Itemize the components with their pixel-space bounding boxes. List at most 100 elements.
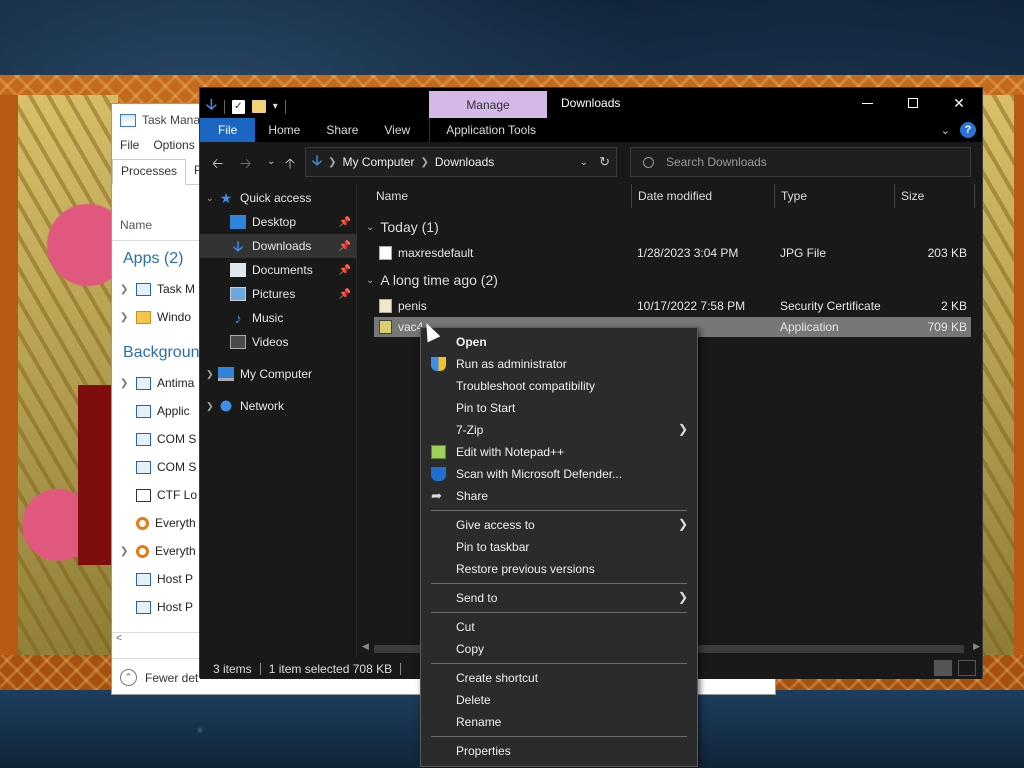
column-size[interactable]: Size [895, 184, 975, 208]
scroll-left-arrow-icon[interactable]: < [116, 633, 122, 644]
close-button[interactable]: ✕ [936, 88, 982, 118]
item-count: 3 items [213, 661, 252, 676]
customize-toolbar-icon[interactable]: ▾ [273, 101, 278, 112]
refresh-icon[interactable]: ↻ [599, 154, 610, 170]
scroll-left-icon[interactable]: ◀ [362, 641, 369, 652]
sidebar-item-videos[interactable]: Videos [200, 330, 357, 354]
menu-item-copy[interactable]: Copy [422, 638, 698, 660]
details-view-icon[interactable] [934, 660, 952, 676]
menu-item-properties[interactable]: Properties [422, 740, 698, 762]
sidebar-item-pictures[interactable]: Pictures 📌 [200, 282, 357, 306]
help-icon[interactable]: ? [960, 122, 976, 138]
chevron-right-icon[interactable]: ❯ [120, 546, 130, 557]
tab-view[interactable]: View [371, 118, 423, 142]
sidebar-item-documents[interactable]: Documents 📌 [200, 258, 357, 282]
new-folder-icon[interactable] [251, 100, 266, 113]
menu-item-open[interactable]: Open [422, 331, 698, 353]
pin-icon[interactable]: 📌 [339, 289, 351, 300]
pin-icon[interactable]: 📌 [339, 265, 351, 276]
group-header-today[interactable]: ⌄ Today (1) [366, 219, 439, 235]
address-history-icon[interactable]: ⌄ [580, 157, 588, 168]
tab-home[interactable]: Home [255, 118, 313, 142]
menu-item-label: Send to [456, 591, 498, 605]
menu-item-rename[interactable]: Rename [422, 711, 698, 733]
chevron-right-icon[interactable]: ❯ [120, 284, 130, 295]
tm-process-row[interactable]: ❯ Antima [120, 372, 194, 394]
menu-item-create-shortcut[interactable]: Create shortcut [422, 667, 698, 689]
chevron-down-icon[interactable]: ⌄ [366, 222, 374, 233]
menu-item-pin-taskbar[interactable]: Pin to taskbar [422, 536, 698, 558]
manage-contextual-tab[interactable]: Manage [429, 91, 547, 119]
tm-process-row[interactable]: Everyth [120, 512, 196, 534]
group-header-long-ago[interactable]: ⌄ A long time ago (2) [366, 272, 498, 288]
menu-item-share[interactable]: ➦ Share [422, 485, 698, 507]
file-row[interactable]: maxresdefault 1/28/2023 3:04 PM JPG File… [374, 243, 971, 263]
column-date-modified[interactable]: Date modified [632, 184, 775, 208]
tm-menu-file[interactable]: File [120, 138, 139, 152]
tm-process-row[interactable]: COM S [120, 456, 196, 478]
explorer-titlebar[interactable]: 🡣 ✓ ▾ Manage Downloads ✕ [200, 88, 982, 119]
sidebar-item-quick-access[interactable]: ⌄ ★ Quick access [200, 186, 357, 210]
tm-process-row[interactable]: Host P [120, 568, 193, 590]
chevron-down-icon[interactable]: ⌄ [366, 275, 374, 286]
menu-item-scan-defender[interactable]: Scan with Microsoft Defender... [422, 463, 698, 485]
maximize-button[interactable] [890, 88, 936, 118]
menu-item-edit-notepad[interactable]: Edit with Notepad++ [422, 441, 698, 463]
pin-icon[interactable]: 📌 [339, 241, 351, 252]
recent-locations-icon[interactable]: ⌄ [267, 156, 275, 167]
menu-item-run-as-administrator[interactable]: Run as administrator [422, 353, 698, 375]
chevron-right-icon[interactable]: ❯ [120, 312, 130, 323]
back-arrow-icon[interactable]: 🡠 [212, 153, 223, 177]
menu-item-delete[interactable]: Delete [422, 689, 698, 711]
column-name[interactable]: Name [358, 184, 632, 208]
chevron-right-icon[interactable]: ❯ [328, 157, 336, 168]
task-manager-titlebar[interactable]: Task Manag [120, 113, 207, 127]
breadcrumb-my-computer[interactable]: My Computer [342, 155, 414, 169]
minimize-button[interactable] [844, 88, 890, 118]
menu-item-7zip[interactable]: 7-Zip ❯ [422, 419, 698, 441]
menu-item-restore-versions[interactable]: Restore previous versions [422, 558, 698, 580]
chevron-right-icon[interactable]: ❯ [120, 378, 130, 389]
large-icons-view-icon[interactable] [958, 660, 976, 676]
menu-item-troubleshoot[interactable]: Troubleshoot compatibility [422, 375, 698, 397]
tab-share[interactable]: Share [313, 118, 371, 142]
tm-process-row[interactable]: Host P [120, 596, 193, 618]
tm-process-row[interactable]: ❯ Windo [120, 306, 191, 328]
tm-process-row[interactable]: COM S [120, 428, 196, 450]
chevron-right-icon[interactable]: ❯ [420, 157, 428, 168]
menu-item-send-to[interactable]: Send to ❯ [422, 587, 698, 609]
menu-separator [431, 583, 687, 584]
search-box[interactable]: Search Downloads [630, 147, 971, 177]
scroll-right-icon[interactable]: ▶ [973, 641, 980, 652]
chevron-up-circle-icon[interactable]: ⌃ [120, 669, 137, 686]
breadcrumb-downloads[interactable]: Downloads [435, 155, 494, 169]
tab-processes[interactable]: Processes [112, 159, 187, 185]
tab-application-tools[interactable]: Application Tools [429, 118, 552, 142]
tm-process-row[interactable]: CTF Lo [120, 484, 197, 506]
tab-file[interactable]: File [200, 118, 256, 142]
pin-icon[interactable]: 📌 [339, 217, 351, 228]
menu-item-give-access[interactable]: Give access to ❯ [422, 514, 698, 536]
tm-process-row[interactable]: ❯ Everyth [120, 540, 196, 562]
forward-arrow-icon[interactable]: 🡢 [240, 153, 251, 177]
up-arrow-icon[interactable]: 🡡 [285, 153, 295, 177]
menu-item-pin-to-start[interactable]: Pin to Start [422, 397, 698, 419]
sidebar-item-desktop[interactable]: Desktop 📌 [200, 210, 357, 234]
expand-ribbon-icon[interactable]: ⌄ [941, 124, 950, 137]
sidebar-item-network[interactable]: ❯ Network [200, 394, 357, 418]
column-type[interactable]: Type [775, 184, 895, 208]
properties-check-icon[interactable]: ✓ [231, 99, 245, 114]
tm-process-row[interactable]: ❯ Task M [120, 278, 195, 300]
file-row[interactable]: penis 10/17/2022 7:58 PM Security Certif… [374, 296, 971, 316]
menu-item-cut[interactable]: Cut [422, 616, 698, 638]
tm-process-row[interactable]: Applic [120, 400, 190, 422]
sidebar-item-downloads[interactable]: 🡣 Downloads 📌 [200, 234, 357, 258]
tm-fewer-details-label[interactable]: Fewer det [145, 671, 198, 685]
task-manager-menu: File Options [120, 138, 195, 152]
address-bar[interactable]: 🡣 ❯ My Computer ❯ Downloads ⌄ ↻ [305, 147, 617, 177]
sidebar-item-music[interactable]: ♪ Music [200, 306, 357, 330]
tm-column-name[interactable]: Name [120, 218, 152, 232]
tm-menu-options[interactable]: Options [153, 138, 194, 152]
sidebar-item-my-computer[interactable]: ❯ My Computer [200, 362, 357, 386]
tm-horizontal-scrollbar[interactable]: < [112, 632, 202, 646]
